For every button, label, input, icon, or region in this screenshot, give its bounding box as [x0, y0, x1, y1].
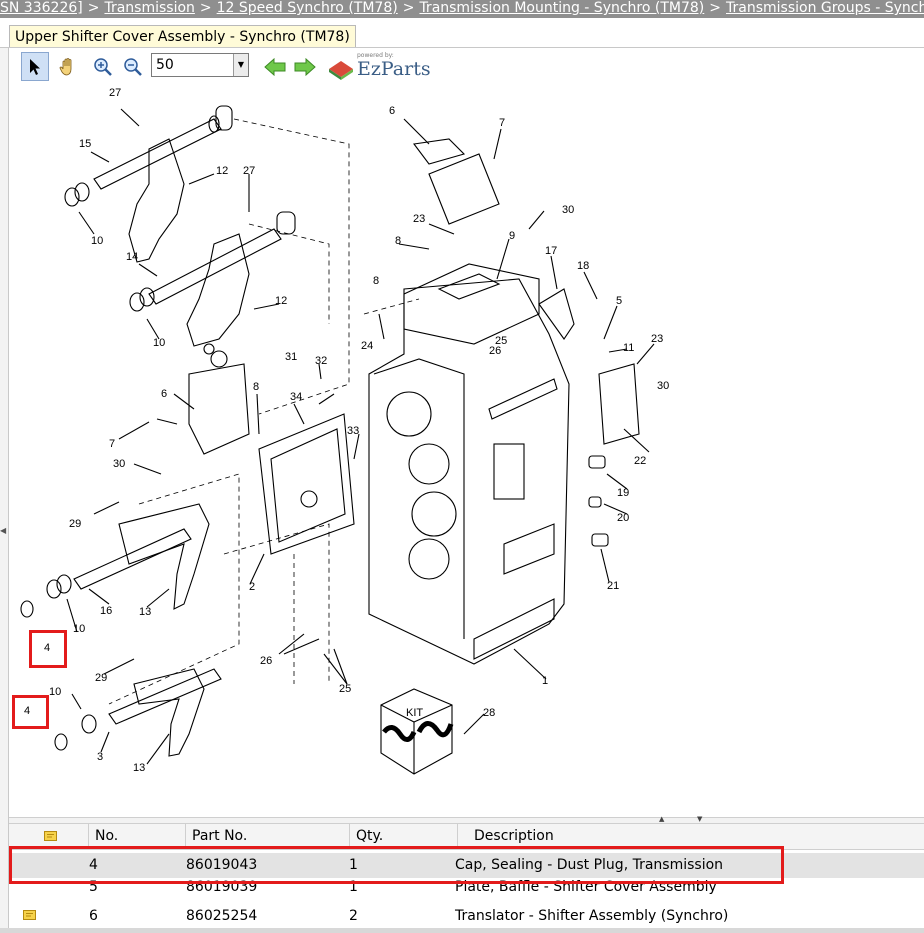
- breadcrumb-separator: >: [87, 0, 100, 16]
- callout-2[interactable]: 2: [249, 581, 255, 593]
- callout-8[interactable]: 8: [395, 235, 401, 247]
- callout-29[interactable]: 29: [95, 672, 107, 684]
- zoom-in-icon[interactable]: [89, 52, 117, 81]
- callout-29[interactable]: 29: [69, 518, 81, 530]
- breadcrumb-transmission-groups[interactable]: Transmission Groups - Synchro (TM78): [726, 0, 924, 16]
- callout-22[interactable]: 22: [634, 455, 646, 467]
- callout-33[interactable]: 33: [347, 425, 359, 437]
- arrow-pointer-icon[interactable]: [21, 52, 49, 81]
- row-qty: 2: [349, 908, 358, 924]
- breadcrumb-separator: >: [402, 0, 415, 16]
- highlight-callout-4-lower[interactable]: 4: [12, 695, 49, 729]
- callout-10[interactable]: 10: [153, 337, 165, 349]
- breadcrumb-12-speed-synchro[interactable]: 12 Speed Synchro (TM78): [217, 0, 398, 16]
- tab-upper-shifter-cover[interactable]: Upper Shifter Cover Assembly - Synchro (…: [9, 25, 356, 48]
- callout-30[interactable]: 30: [657, 380, 669, 392]
- horizontal-scrollbar[interactable]: [0, 928, 924, 933]
- callout-15[interactable]: 15: [79, 138, 91, 150]
- collapse-arrow-icon[interactable]: ◀: [0, 526, 6, 535]
- callout-7[interactable]: 7: [109, 438, 115, 450]
- zoom-select[interactable]: 50 ▼: [151, 53, 249, 77]
- breadcrumb: SN 336226] > Transmission >12 Speed Synchro…: [0, 0, 924, 18]
- breadcrumb-transmission-mounting[interactable]: Transmission Mounting - Synchro (TM78): [419, 0, 704, 16]
- callout-13[interactable]: 13: [139, 606, 151, 618]
- ezparts-logo-icon: [329, 61, 353, 80]
- exploded-view-drawing: KIT 123566778889101010101112121313141516…: [20, 87, 669, 775]
- pane-splitter[interactable]: ▲ ▼: [9, 815, 924, 824]
- kit-label: KIT: [406, 707, 423, 719]
- chevron-down-icon[interactable]: ▼: [233, 54, 248, 76]
- logo-name: EzParts: [357, 58, 431, 80]
- row-part-no: 86025254: [186, 908, 258, 924]
- callout-20[interactable]: 20: [617, 512, 629, 524]
- breadcrumb-sn[interactable]: SN 336226]: [0, 0, 83, 16]
- zoom-value: 50: [156, 57, 174, 73]
- callout-5[interactable]: 5: [616, 295, 622, 307]
- callout-23[interactable]: 23: [651, 333, 663, 345]
- callout-27[interactable]: 27: [243, 165, 255, 177]
- callout-30[interactable]: 30: [562, 204, 574, 216]
- callout-31[interactable]: 31: [285, 351, 297, 363]
- callout-34[interactable]: 34: [290, 391, 302, 403]
- callout-6[interactable]: 6: [161, 388, 167, 400]
- callout-28[interactable]: 28: [483, 707, 495, 719]
- hand-pan-icon[interactable]: [54, 52, 82, 81]
- callout-8[interactable]: 8: [373, 275, 379, 287]
- callout-10[interactable]: 10: [73, 623, 85, 635]
- row-description: Translator - Shifter Assembly (Synchro): [455, 908, 729, 924]
- zoom-out-icon[interactable]: [119, 52, 147, 81]
- highlight-callout-4-lower-label: 4: [24, 705, 31, 717]
- callout-labels: 1235667788891010101011121213131415161718…: [49, 87, 669, 774]
- callout-10[interactable]: 10: [91, 235, 103, 247]
- callout-9[interactable]: 9: [509, 230, 515, 242]
- callout-12[interactable]: 12: [275, 295, 287, 307]
- callout-21[interactable]: 21: [607, 580, 619, 592]
- callout-8[interactable]: 8: [253, 381, 259, 393]
- callout-6[interactable]: 6: [389, 105, 395, 117]
- breadcrumb-separator: >: [709, 0, 721, 16]
- back-arrow-icon[interactable]: [261, 52, 289, 81]
- breadcrumb-separator: >: [199, 0, 212, 16]
- callout-27[interactable]: 27: [109, 87, 121, 99]
- callout-32[interactable]: 32: [315, 355, 327, 367]
- breadcrumb-transmission[interactable]: Transmission: [104, 0, 194, 16]
- callout-25[interactable]: 25: [339, 683, 351, 695]
- callout-19[interactable]: 19: [617, 487, 629, 499]
- callout-3[interactable]: 3: [97, 751, 103, 763]
- highlight-callout-4-label: 4: [44, 642, 51, 654]
- callout-12[interactable]: 12: [216, 165, 228, 177]
- left-collapse-bar[interactable]: ◀: [0, 48, 9, 933]
- forward-arrow-icon[interactable]: [291, 52, 319, 81]
- callout-13[interactable]: 13: [133, 762, 145, 774]
- kit-wave-right: [416, 721, 454, 738]
- callout-26[interactable]: 26: [489, 345, 501, 357]
- kit-wave-left: [382, 725, 417, 742]
- ezparts-logo: powered by: EzParts: [327, 52, 437, 82]
- callout-16[interactable]: 16: [100, 605, 112, 617]
- note-icon[interactable]: [23, 910, 36, 920]
- highlight-callout-4[interactable]: 4: [29, 630, 67, 668]
- callout-23[interactable]: 23: [413, 213, 425, 225]
- tab-divider: [0, 47, 924, 48]
- callout-14[interactable]: 14: [126, 251, 138, 263]
- callout-7[interactable]: 7: [499, 117, 505, 129]
- row-no: 6: [89, 908, 98, 924]
- note-icon: [44, 831, 57, 841]
- callout-1[interactable]: 1: [542, 675, 548, 687]
- selected-row-highlight: [9, 846, 784, 884]
- callout-17[interactable]: 17: [545, 245, 557, 257]
- callout-10[interactable]: 10: [49, 686, 61, 698]
- callout-11[interactable]: 11: [623, 342, 634, 354]
- callout-18[interactable]: 18: [577, 260, 589, 272]
- callout-26[interactable]: 26: [260, 655, 272, 667]
- splitter-down-icon[interactable]: ▼: [697, 815, 702, 823]
- viewer-toolbar: 50 ▼ powered by: EzParts: [9, 50, 924, 83]
- callout-24[interactable]: 24: [361, 340, 373, 352]
- callout-30[interactable]: 30: [113, 458, 125, 470]
- table-row[interactable]: 6 86025254 2 Translator - Shifter Assemb…: [9, 904, 924, 929]
- splitter-up-icon[interactable]: ▲: [659, 815, 664, 823]
- parts-diagram[interactable]: KIT 1 2 3 5 6 6 7 7 8 8 8 9 10 10 10 10 11 12 12 13 13 14 15 16…: [9, 84, 924, 817]
